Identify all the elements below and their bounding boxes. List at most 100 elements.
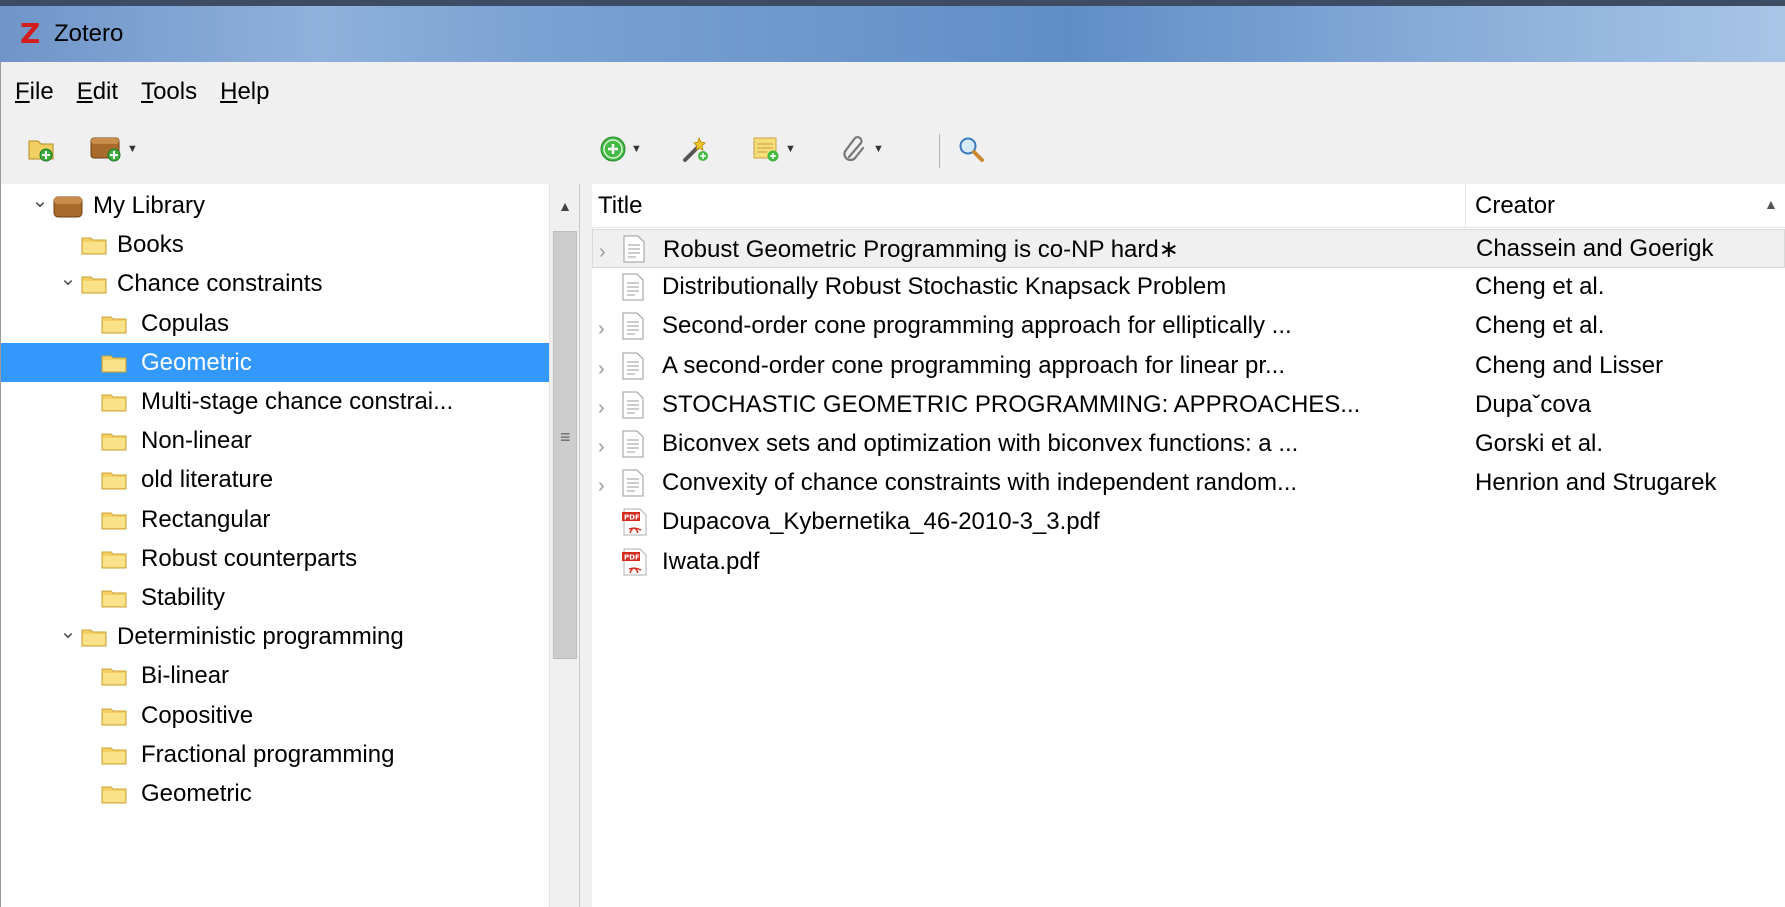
menu-tools[interactable]: Tools (141, 78, 197, 108)
magic-wand-icon (683, 136, 708, 162)
item-row[interactable]: PDF Iwata.pdf (592, 543, 1785, 582)
item-row[interactable]: Distributionally Robust Stochastic Knaps… (592, 268, 1785, 307)
item-title: Second-order cone programming approach f… (662, 312, 1292, 340)
new-item-button[interactable]: ▼ (599, 134, 642, 164)
collection-item[interactable]: Robust counterparts (1, 539, 549, 578)
magnifier-icon (959, 137, 984, 162)
collection-item[interactable]: Geometric (1, 774, 549, 813)
new-library-icon (90, 137, 121, 162)
collection-label: Books (117, 231, 184, 259)
item-row[interactable]: › Second-order cone programming approach … (592, 307, 1785, 346)
column-header-creator[interactable]: Creator (1475, 192, 1555, 220)
chevron-down-icon[interactable]: ▼ (631, 143, 642, 155)
folder-icon (101, 665, 127, 686)
zotero-logo-icon: Z (20, 17, 41, 50)
toolbar: ▼ ▼ ▼ ▼ (1, 124, 1785, 176)
collection-label: Copulas (141, 309, 230, 337)
expand-chevron-icon[interactable]: ⌄ (59, 622, 77, 642)
collections-scrollbar[interactable]: ▲ ≡ (549, 184, 579, 907)
title-bar: Z Zotero (0, 0, 1785, 62)
folder-icon (101, 587, 127, 608)
item-title: Convexity of chance constraints with ind… (662, 469, 1298, 497)
pdf-icon: PDF (622, 508, 648, 536)
scrollbar-thumb[interactable]: ≡ (553, 231, 577, 659)
document-icon (622, 469, 644, 497)
collection-item[interactable]: Geometric (1, 342, 549, 382)
item-row[interactable]: › Convexity of chance constraints with in… (592, 464, 1785, 503)
collection-item[interactable]: old literature (1, 460, 549, 499)
document-icon (622, 312, 644, 340)
item-row[interactable]: PDF Dupacova_Kybernetika_46-2010-3_3.pdf (592, 503, 1785, 542)
menu-edit[interactable]: Edit (77, 78, 118, 108)
library-icon (53, 195, 83, 218)
column-divider[interactable] (1465, 184, 1466, 228)
add-by-identifier-button[interactable] (681, 134, 711, 164)
item-row[interactable]: › STOCHASTIC GEOMETRIC PROGRAMMING: APPRO… (592, 386, 1785, 425)
item-title: A second-order cone programming approach… (662, 351, 1286, 379)
expand-chevron-icon[interactable]: › (599, 241, 617, 263)
add-attachment-button[interactable]: ▼ (841, 134, 884, 164)
document-icon (622, 352, 644, 380)
new-collection-icon (28, 140, 54, 162)
collection-item[interactable]: Bi-linear (1, 656, 549, 695)
menu-help[interactable]: Help (220, 78, 269, 108)
expand-chevron-icon[interactable]: › (598, 475, 616, 497)
document-icon (623, 235, 645, 263)
item-row[interactable]: › Biconvex sets and optimization with bic… (592, 425, 1785, 464)
folder-icon (101, 705, 127, 726)
new-note-button[interactable]: ▼ (751, 134, 796, 164)
chevron-down-icon[interactable]: ▼ (127, 143, 138, 155)
advanced-search-button[interactable] (957, 134, 985, 164)
collection-item[interactable]: ⌄ Chance constraints (1, 264, 549, 303)
items-pane: Title Creator ▲ › Robust Geometric Progra… (592, 184, 1785, 907)
items-table-header: Title Creator ▲ (592, 184, 1785, 228)
column-header-title[interactable]: Title (598, 192, 642, 220)
expand-chevron-icon[interactable]: › (598, 436, 616, 458)
new-item-icon (600, 136, 626, 162)
folder-icon (101, 313, 127, 334)
item-title: STOCHASTIC GEOMETRIC PROGRAMMING: APPROA… (662, 390, 1361, 418)
new-library-button[interactable]: ▼ (89, 134, 138, 164)
item-row[interactable]: › Robust Geometric Programming is co-NP h… (592, 229, 1785, 269)
menu-file[interactable]: File (15, 78, 54, 108)
expand-chevron-icon[interactable]: › (598, 318, 616, 340)
expand-chevron-icon[interactable]: › (598, 397, 616, 419)
collection-item[interactable]: Copulas (1, 304, 549, 343)
window-title: Zotero (54, 20, 124, 47)
expand-chevron-icon[interactable]: ⌄ (31, 191, 49, 211)
collection-item[interactable]: ⌄ Deterministic programming (1, 617, 549, 656)
folder-icon (101, 391, 127, 412)
new-collection-button[interactable] (27, 134, 55, 164)
collection-item[interactable]: Books (1, 225, 549, 264)
document-icon (622, 273, 644, 301)
collection-item[interactable]: Fractional programming (1, 735, 549, 774)
collection-label: Geometric (141, 348, 252, 376)
collection-label: Geometric (141, 780, 252, 807)
collection-my-library[interactable]: ⌄ My Library (1, 186, 549, 225)
collection-item[interactable]: Stability (1, 578, 549, 617)
grip-icon: ≡ (560, 427, 571, 447)
folder-icon (101, 352, 127, 373)
chrome-area: File Edit Tools Help ▼ ▼ ▼ ▼ (0, 62, 1785, 184)
collection-item[interactable]: Rectangular (1, 500, 549, 539)
chevron-down-icon[interactable]: ▼ (785, 143, 796, 155)
item-title: Robust Geometric Programming is co-NP ha… (663, 236, 1179, 263)
collection-label: Rectangular (141, 505, 271, 533)
pane-splitter[interactable] (580, 184, 592, 907)
item-title: Distributionally Robust Stochastic Knaps… (662, 273, 1227, 301)
svg-text:PDF: PDF (624, 553, 640, 561)
collection-item[interactable]: Copositive (1, 696, 549, 735)
chevron-down-icon[interactable]: ▼ (873, 143, 884, 155)
paperclip-icon (843, 136, 865, 162)
expand-chevron-icon[interactable]: ⌄ (59, 269, 77, 289)
item-title: Dupacova_Kybernetika_46-2010-3_3.pdf (662, 508, 1100, 536)
collection-item[interactable]: Non-linear (1, 421, 549, 460)
item-creator: Cheng et al. (1475, 273, 1605, 301)
collection-label: Bi-linear (141, 662, 230, 690)
item-row[interactable]: › A second-order cone programming approac… (592, 347, 1785, 386)
item-creator: Gorski et al. (1475, 430, 1604, 457)
scroll-up-arrow-icon[interactable]: ▲ (550, 184, 579, 228)
folder-icon (101, 509, 127, 530)
expand-chevron-icon[interactable]: › (598, 358, 616, 380)
collection-item[interactable]: Multi-stage chance constrai... (1, 382, 549, 421)
